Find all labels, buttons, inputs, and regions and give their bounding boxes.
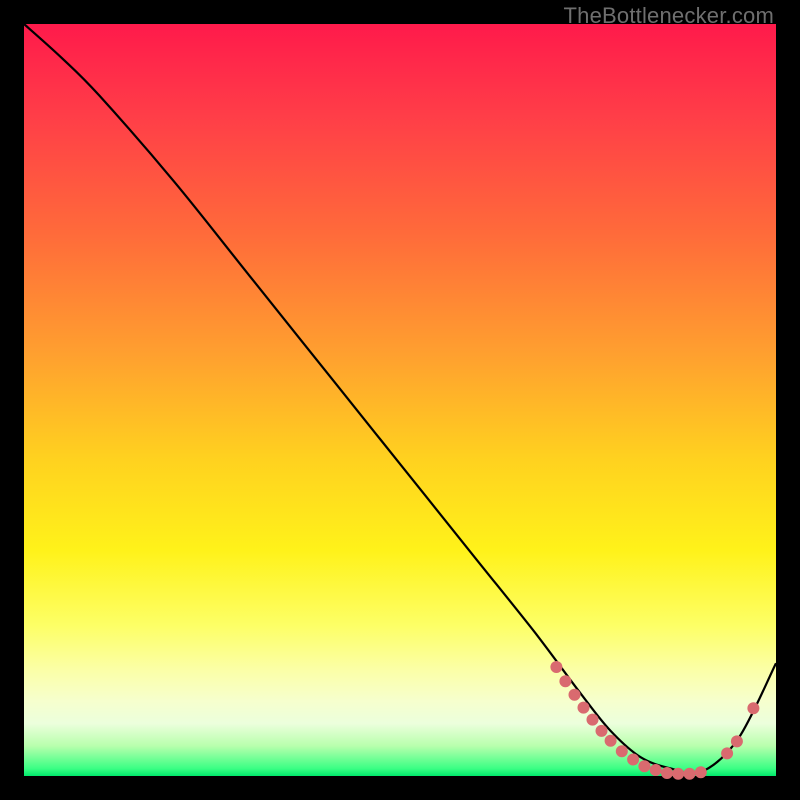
curve-marker <box>605 735 617 747</box>
curve-marker <box>747 702 759 714</box>
curve-markers <box>550 661 759 780</box>
bottleneck-curve <box>24 24 776 774</box>
curve-marker <box>638 760 650 772</box>
curve-svg <box>24 24 776 776</box>
chart-frame: TheBottlenecker.com <box>0 0 800 800</box>
curve-marker <box>684 768 696 780</box>
curve-marker <box>672 768 684 780</box>
curve-marker <box>731 735 743 747</box>
curve-marker <box>559 675 571 687</box>
curve-marker <box>596 725 608 737</box>
curve-marker <box>578 702 590 714</box>
curve-marker <box>721 747 733 759</box>
curve-marker <box>550 661 562 673</box>
plot-area <box>24 24 776 776</box>
curve-marker <box>627 754 639 766</box>
curve-marker <box>616 745 628 757</box>
curve-marker <box>587 714 599 726</box>
curve-marker <box>695 766 707 778</box>
curve-marker <box>650 764 662 776</box>
curve-marker <box>661 767 673 779</box>
curve-marker <box>569 689 581 701</box>
